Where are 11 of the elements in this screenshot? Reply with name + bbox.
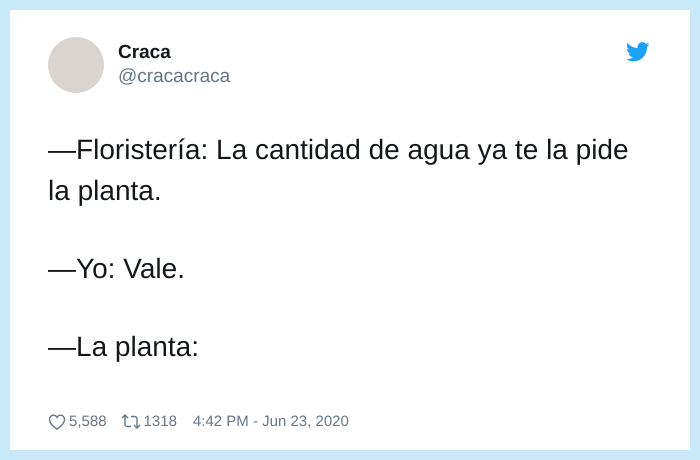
- author-name[interactable]: Craca: [118, 41, 230, 65]
- heart-icon[interactable]: [48, 414, 66, 430]
- bird-logo-icon[interactable]: [626, 42, 650, 62]
- retweet-count: 1318: [144, 412, 177, 432]
- tweet-text: —La planta:: [48, 330, 200, 364]
- tweet-timestamp[interactable]: 4:42 PM - Jun 23, 2020: [192, 410, 349, 433]
- tweet-text: —Yo: Vale.: [48, 252, 186, 286]
- like-count: 5,588: [69, 412, 107, 432]
- tweet-text: —Floristería: La cantidad de agua ya te la pide la planta.: [48, 133, 630, 208]
- retweet-icon[interactable]: [120, 414, 141, 430]
- author-handle[interactable]: @cracacraca: [118, 65, 230, 89]
